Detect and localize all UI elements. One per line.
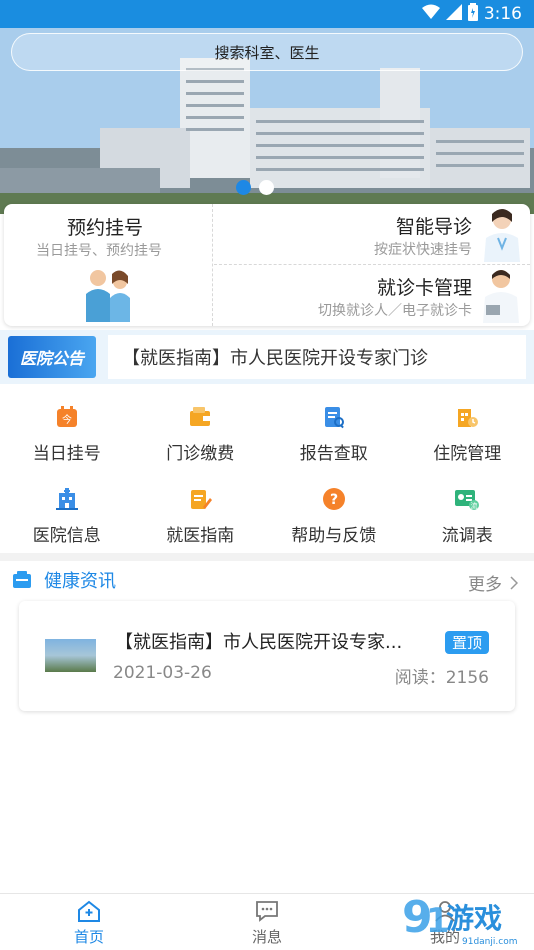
hospital-icon <box>54 486 80 512</box>
message-icon <box>256 901 278 922</box>
grid-item-hospital-info[interactable]: 医院信息 <box>0 476 134 558</box>
grid-label: 帮助与反馈 <box>291 526 377 546</box>
svg-text:今: 今 <box>62 413 72 426</box>
carousel-indicator <box>236 180 274 195</box>
health-title: 健康资讯 <box>44 571 116 592</box>
news-thumbnail <box>45 639 96 672</box>
appointment-title: 预约挂号 <box>67 217 144 239</box>
notice-text: 【就医指南】市人民医院开设专家门诊 <box>122 348 428 369</box>
tab-label: 首页 <box>73 928 104 946</box>
smart-guide-button[interactable]: 智能导诊 按症状快速挂号 <box>214 204 530 265</box>
status-bar: 3:16 <box>0 0 534 28</box>
notice-logo: 医院公告 <box>8 336 96 378</box>
home-icon <box>78 900 100 922</box>
news-item[interactable]: 【就医指南】市人民医院开设专家... 置顶 2021-03-26 阅读：2156 <box>19 601 515 711</box>
grid-label: 报告查取 <box>299 444 368 464</box>
doctor-icon <box>483 270 519 323</box>
idcard-icon: 流 <box>454 486 480 512</box>
wallet-icon <box>187 404 213 430</box>
section-divider <box>0 553 534 561</box>
grid-item-help[interactable]: ? 帮助与反馈 <box>267 476 401 558</box>
grid-item-report[interactable]: 报告查取 <box>267 394 401 476</box>
more-label: 更多 <box>468 575 502 595</box>
notice-text-box[interactable]: 【就医指南】市人民医院开设专家门诊 <box>108 335 526 379</box>
news-read-count: 阅读：2156 <box>394 668 489 688</box>
grid-item-guide[interactable]: 就医指南 <box>134 476 268 558</box>
appointment-subtitle: 当日挂号、预约挂号 <box>36 243 162 259</box>
card-manage-button[interactable]: 就诊卡管理 切换就诊人／电子就诊卡 <box>214 265 530 326</box>
svg-text:流: 流 <box>471 501 478 510</box>
status-time: 3:16 <box>483 4 522 24</box>
smart-guide-title: 智能导诊 <box>395 216 472 238</box>
news-date: 2021-03-26 <box>113 663 212 683</box>
site-watermark: 9 1 游戏 91danji.com <box>402 892 517 947</box>
carousel-dot-active[interactable] <box>236 180 251 195</box>
service-card: 预约挂号 当日挂号、预约挂号 智能导诊 按症状快速挂号 就诊卡管理 切换就诊人／… <box>4 204 530 326</box>
carousel-dot[interactable] <box>259 180 274 195</box>
help-icon: ? <box>321 486 347 512</box>
signal-icon <box>445 3 462 25</box>
search-input[interactable]: 搜索科室、医生 <box>11 33 523 71</box>
news-icon <box>13 571 31 588</box>
grid-item-payment[interactable]: 门诊缴费 <box>134 394 268 476</box>
search-placeholder: 搜索科室、医生 <box>214 43 320 62</box>
pinned-badge: 置顶 <box>444 631 489 654</box>
calendar-icon: 今 <box>54 404 80 430</box>
watermark-text: 游戏 <box>446 902 502 935</box>
grid-label: 医院信息 <box>32 526 101 546</box>
grid-item-survey[interactable]: 流 流调表 <box>401 476 534 558</box>
notice-bar[interactable]: 医院公告 【就医指南】市人民医院开设专家门诊 <box>0 330 534 384</box>
grid-item-inpatient[interactable]: 住院管理 <box>401 394 534 476</box>
grid-item-same-day[interactable]: 今 当日挂号 <box>0 394 134 476</box>
more-link[interactable]: 更多 <box>468 570 518 595</box>
building-icon <box>454 404 480 430</box>
chevron-right-icon <box>510 575 518 590</box>
watermark-subtext: 91danji.com <box>462 937 517 947</box>
nurse-icon <box>484 209 520 262</box>
grid-label: 就医指南 <box>166 526 235 546</box>
tab-label: 消息 <box>251 928 282 946</box>
news-title: 【就医指南】市人民医院开设专家... <box>115 632 403 653</box>
grid-label: 住院管理 <box>433 444 502 464</box>
doctors-illustration <box>86 270 130 322</box>
tab-home[interactable]: 首页 <box>0 894 178 950</box>
wifi-icon <box>421 4 440 25</box>
health-section-header: 健康资讯 更多 <box>0 562 534 598</box>
smart-guide-subtitle: 按症状快速挂号 <box>374 242 472 258</box>
battery-icon <box>467 2 478 26</box>
grid-label: 当日挂号 <box>32 444 101 464</box>
svg-text:?: ? <box>330 492 338 508</box>
card-manage-subtitle: 切换就诊人／电子就诊卡 <box>318 303 472 319</box>
grid-label: 流调表 <box>441 526 493 546</box>
card-manage-title: 就诊卡管理 <box>376 277 472 299</box>
appointment-button[interactable]: 预约挂号 当日挂号、预约挂号 <box>4 204 213 326</box>
report-icon <box>321 404 347 430</box>
function-grid: 今 当日挂号 门诊缴费 报告查取 住院管理 医院信息 就医指南 ? 帮助与反馈 … <box>0 394 534 554</box>
grid-label: 门诊缴费 <box>166 444 235 464</box>
tab-messages[interactable]: 消息 <box>178 894 356 950</box>
hero-banner[interactable]: 搜索科室、医生 <box>0 28 534 214</box>
guide-icon <box>187 486 213 512</box>
